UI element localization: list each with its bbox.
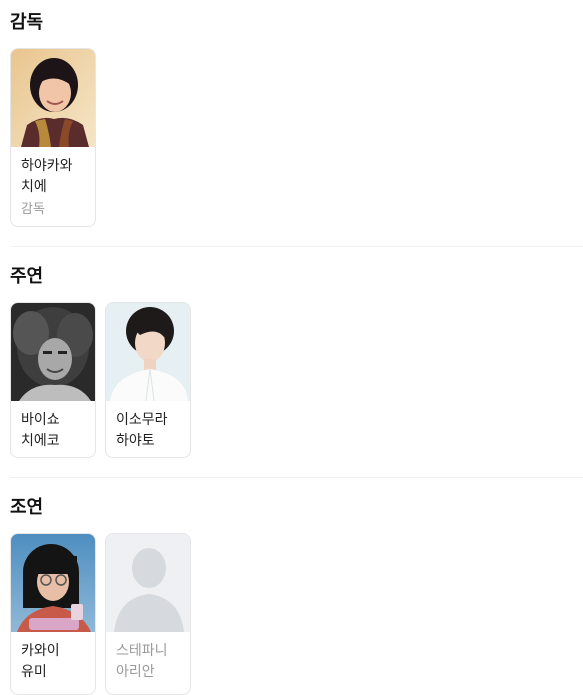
section-lead-cast: 주연 바이쇼 치에코 이소무라 하야토: [10, 265, 583, 458]
person-card[interactable]: 카와이 유미: [10, 533, 96, 695]
placeholder-avatar-icon: [106, 534, 190, 632]
person-card[interactable]: 이소무라 하야토: [105, 302, 191, 458]
person-card[interactable]: 바이쇼 치에코: [10, 302, 96, 458]
person-name: 하야카와 치에: [21, 157, 73, 194]
person-photo: [106, 303, 190, 401]
section-supporting-cast: 조연 카와이 유미 스테파니 아리안: [10, 496, 583, 695]
section-heading: 주연: [10, 266, 44, 286]
section-heading: 감독: [10, 12, 44, 32]
person-photo: [11, 303, 95, 401]
section-director: 감독 하야카와 치에 감독: [10, 11, 583, 227]
person-name: 이소무라 하야토: [116, 411, 168, 448]
person-photo: [11, 534, 95, 632]
person-card[interactable]: 하야카와 치에 감독: [10, 48, 96, 227]
person-name: 바이쇼 치에코: [21, 411, 60, 448]
person-photo: [106, 534, 190, 632]
person-name: 카와이 유미: [21, 642, 60, 679]
person-role: 감독: [21, 201, 45, 216]
section-divider: [10, 477, 583, 478]
section-divider: [10, 246, 583, 247]
section-heading: 조연: [10, 497, 44, 517]
person-photo: [11, 49, 95, 147]
person-name: 스테파니 아리안: [116, 642, 168, 679]
person-card[interactable]: 스테파니 아리안: [105, 533, 191, 695]
